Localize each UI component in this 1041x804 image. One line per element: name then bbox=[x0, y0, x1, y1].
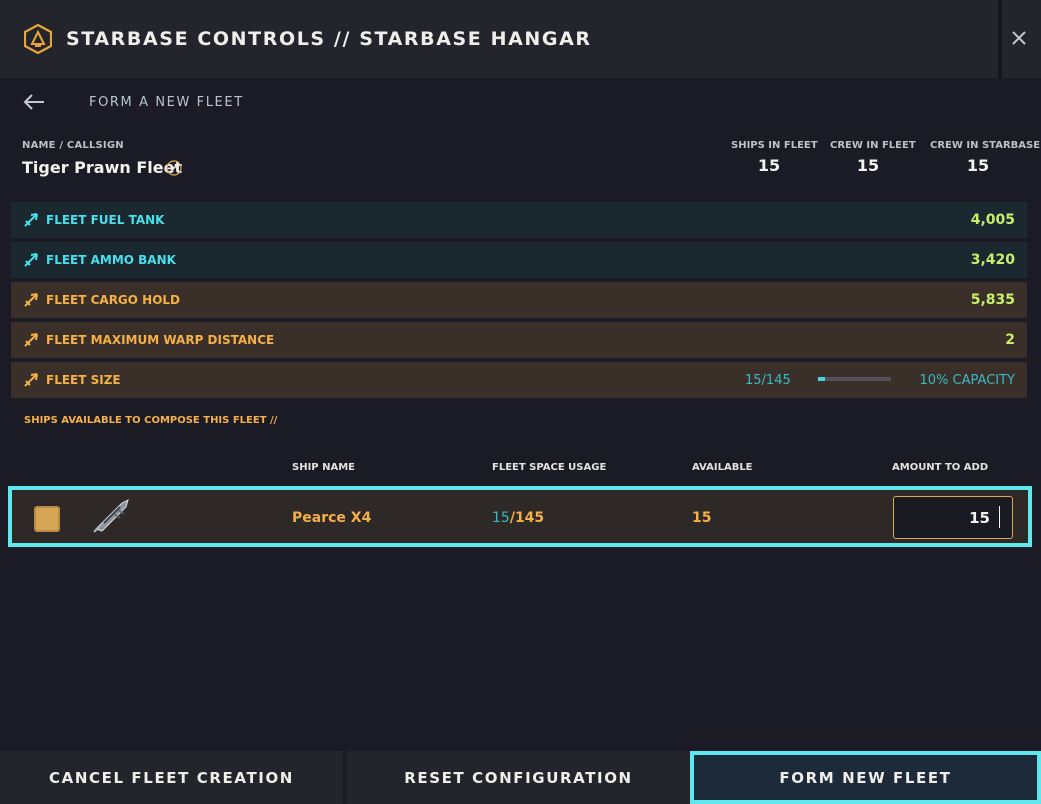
resource-value: 2 bbox=[1005, 332, 1015, 348]
stat-crew-in-starbase: CREW IN STARBASE 15 bbox=[930, 140, 1041, 175]
resource-label: FLEET CARGO HOLD bbox=[46, 293, 181, 307]
rocket-icon bbox=[24, 373, 38, 387]
resource-value: 5,835 bbox=[970, 292, 1015, 308]
footer-bar: CANCEL FLEET CREATION RESET CONFIGURATIO… bbox=[0, 751, 1041, 804]
stat-value: 15 bbox=[856, 156, 880, 175]
name-label: NAME / CALLSIGN bbox=[22, 140, 124, 151]
resource-row-cargo: FLEET CARGO HOLD 5,835 bbox=[11, 282, 1027, 318]
stat-crew-in-fleet: CREW IN FLEET 15 bbox=[830, 140, 916, 175]
fleet-space-usage: 15/145 bbox=[492, 510, 544, 526]
usage-total: /145 bbox=[509, 510, 545, 526]
fleet-size-capacity: 10% CAPACITY bbox=[919, 373, 1015, 388]
resource-value: 4,005 bbox=[970, 212, 1015, 228]
select-checkbox[interactable] bbox=[34, 506, 60, 532]
rocket-icon bbox=[24, 213, 38, 227]
cancel-fleet-creation-button[interactable]: CANCEL FLEET CREATION bbox=[0, 751, 343, 804]
column-available: AVAILABLE bbox=[692, 462, 753, 473]
resource-row-warp: FLEET MAXIMUM WARP DISTANCE 2 bbox=[11, 322, 1027, 358]
fleet-size-progress bbox=[818, 377, 891, 381]
resource-label: FLEET FUEL TANK bbox=[46, 213, 165, 227]
ship-name: Pearce X4 bbox=[292, 510, 372, 526]
resource-value: 3,420 bbox=[970, 252, 1015, 268]
resource-label: FLEET AMMO BANK bbox=[46, 253, 176, 267]
form-new-fleet-button[interactable]: FORM NEW FLEET bbox=[690, 751, 1041, 804]
rocket-icon bbox=[24, 253, 38, 267]
fleet-size-row: FLEET SIZE 15/145 10% CAPACITY bbox=[11, 362, 1027, 398]
fleet-size-count: 15/145 bbox=[745, 373, 791, 388]
resource-row-fuel: FLEET FUEL TANK 4,005 bbox=[11, 202, 1027, 238]
ship-icon bbox=[93, 499, 129, 533]
resource-label: FLEET MAXIMUM WARP DISTANCE bbox=[46, 333, 275, 347]
column-amount-to-add: AMOUNT TO ADD bbox=[892, 462, 989, 473]
rocket-icon bbox=[24, 293, 38, 307]
table-row[interactable]: Pearce X4 15/145 15 bbox=[8, 486, 1032, 547]
usage-used: 15 bbox=[492, 510, 510, 526]
close-icon[interactable] bbox=[1008, 27, 1030, 49]
column-ship-name: SHIP NAME bbox=[292, 462, 355, 473]
title-bar: STARBASE CONTROLS // STARBASE HANGAR bbox=[0, 0, 1041, 78]
stat-value: 15 bbox=[757, 156, 781, 175]
stat-label: CREW IN FLEET bbox=[830, 140, 916, 151]
edit-icon[interactable] bbox=[166, 160, 182, 176]
fleet-size-progress-fill bbox=[818, 377, 826, 381]
available-count: 15 bbox=[692, 510, 712, 526]
rocket-icon bbox=[24, 333, 38, 347]
starbase-logo-icon bbox=[24, 24, 52, 54]
stat-ships-in-fleet: SHIPS IN FLEET 15 bbox=[731, 140, 818, 175]
stat-value: 15 bbox=[966, 156, 990, 175]
available-ships-heading: SHIPS AVAILABLE TO COMPOSE THIS FLEET // bbox=[24, 415, 278, 426]
stat-label: CREW IN STARBASE bbox=[930, 140, 1041, 151]
column-fleet-space-usage: FLEET SPACE USAGE bbox=[492, 462, 607, 473]
resource-row-ammo: FLEET AMMO BANK 3,420 bbox=[11, 242, 1027, 278]
fleet-name: Tiger Prawn Fleet bbox=[22, 158, 183, 177]
fleet-size-label: FLEET SIZE bbox=[46, 373, 121, 387]
text-cursor bbox=[999, 506, 1000, 528]
window-title: STARBASE CONTROLS // STARBASE HANGAR bbox=[66, 28, 592, 50]
reset-configuration-button[interactable]: RESET CONFIGURATION bbox=[347, 751, 690, 804]
breadcrumb: FORM A NEW FLEET bbox=[89, 95, 244, 110]
stat-label: SHIPS IN FLEET bbox=[731, 140, 818, 151]
amount-to-add-input[interactable] bbox=[893, 496, 1013, 539]
arrow-left-icon[interactable] bbox=[22, 92, 46, 112]
